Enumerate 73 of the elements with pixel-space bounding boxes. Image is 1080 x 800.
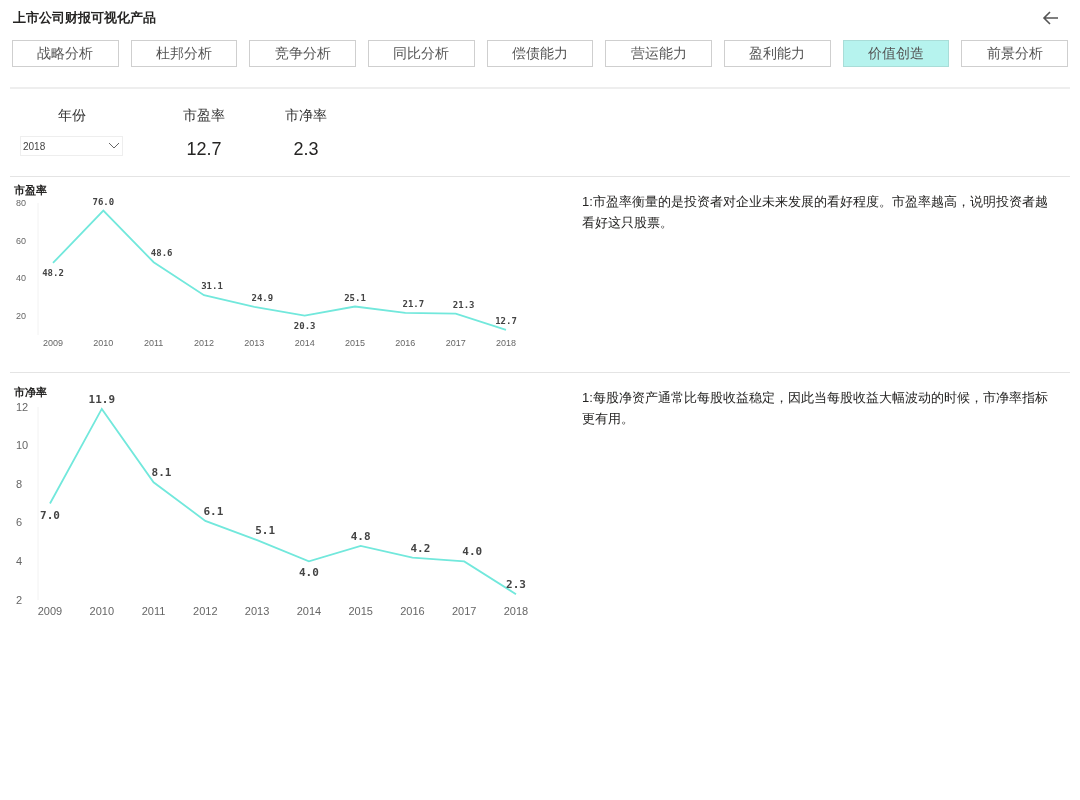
- y-axis-label: 4: [16, 555, 23, 568]
- data-label: 20.3: [293, 320, 316, 331]
- y-axis-label: 40: [16, 273, 26, 284]
- x-axis-label: 2017: [445, 338, 466, 348]
- x-axis-label: 2014: [296, 605, 322, 617]
- x-axis-label: 2009: [43, 338, 63, 348]
- chart-title: 市盈率: [13, 185, 48, 196]
- nav-tab[interactable]: 前景分析: [961, 40, 1069, 67]
- data-label: 25.1: [344, 292, 366, 303]
- data-label: 4.0: [298, 566, 319, 580]
- year-dropdown[interactable]: 2018: [20, 136, 123, 156]
- x-axis-label: 2018: [496, 338, 516, 348]
- kpi-label: 市盈率: [183, 106, 225, 125]
- x-axis-label: 2016: [395, 338, 416, 348]
- data-label: 4.0: [462, 545, 483, 559]
- y-axis-label: 12: [16, 400, 29, 413]
- back-arrow-icon[interactable]: [1042, 9, 1060, 27]
- x-axis-label: 2010: [93, 338, 114, 348]
- x-axis-label: 2012: [193, 605, 218, 617]
- y-axis-label: 6: [16, 516, 23, 529]
- nav-tab[interactable]: 偿债能力: [486, 40, 594, 67]
- y-axis-label: 20: [16, 311, 26, 322]
- x-axis-label: 2015: [348, 605, 373, 617]
- nav-tab[interactable]: 战略分析: [12, 40, 119, 67]
- x-axis-label: 2011: [141, 605, 166, 617]
- filter-label: 年份: [57, 106, 86, 125]
- nav-tab[interactable]: 营运能力: [605, 40, 713, 67]
- dropdown-value: 2018: [23, 139, 46, 154]
- data-label: 24.9: [251, 292, 274, 303]
- y-axis-label: 8: [16, 477, 23, 490]
- data-label: 4.8: [350, 529, 371, 543]
- x-axis-label: 2014: [294, 338, 315, 348]
- data-label: 2.3: [506, 578, 526, 592]
- kpi-value: 2.3: [293, 138, 319, 161]
- chevron-down-icon: [108, 142, 120, 150]
- nav-tab[interactable]: 价值创造: [842, 40, 950, 67]
- x-axis-label: 2018: [503, 605, 529, 617]
- nav-tab[interactable]: 杜邦分析: [130, 40, 238, 67]
- data-label: 76.0: [92, 196, 115, 207]
- data-label: 6.1: [203, 504, 224, 518]
- nav-tab[interactable]: 同比分析: [368, 40, 475, 67]
- x-axis-label: 2015: [345, 338, 365, 348]
- data-label: 8.1: [151, 466, 172, 480]
- chart-note: 1:市盈率衡量的是投资者对企业未来发展的看好程度。市盈率越高，说明投资者越看好这只股票。: [582, 193, 1049, 232]
- x-axis-label: 2010: [89, 605, 114, 617]
- data-label: 12.7: [495, 315, 517, 326]
- data-label: 31.1: [201, 281, 223, 292]
- data-label: 48.6: [150, 248, 173, 259]
- y-axis-label: 10: [16, 439, 29, 452]
- kpi-label: 市净率: [285, 106, 327, 125]
- x-axis-label: 2013: [244, 605, 270, 617]
- x-axis-label: 2011: [144, 338, 164, 348]
- report-title: 上市公司财报可视化产品: [13, 9, 156, 28]
- data-label: 4.2: [410, 541, 431, 555]
- data-label: 11.9: [88, 392, 116, 406]
- kpi-value: 12.7: [186, 138, 222, 161]
- data-label: 7.0: [40, 508, 60, 522]
- x-axis-label: 2016: [400, 605, 425, 617]
- x-axis-label: 2013: [244, 338, 265, 348]
- chart-note: 1:每股净资产通常比每股收益稳定，因此当每股收益大幅波动的时候，市净率指标更有用。: [582, 389, 1049, 428]
- chart-title: 市净率: [13, 387, 48, 398]
- y-axis-label: 60: [16, 235, 26, 246]
- nav-tab[interactable]: 盈利能力: [724, 40, 831, 67]
- x-axis-label: 2017: [452, 605, 477, 617]
- data-label: 48.2: [42, 267, 64, 278]
- data-label: 21.3: [452, 299, 475, 310]
- nav-tab[interactable]: 竞争分析: [249, 40, 356, 67]
- data-label: 5.1: [255, 524, 276, 538]
- x-axis-label: 2009: [37, 605, 63, 617]
- data-label: 21.7: [402, 298, 425, 309]
- y-axis-label: 2: [16, 593, 23, 606]
- y-axis-label: 80: [16, 198, 26, 208]
- x-axis-label: 2012: [194, 338, 214, 348]
